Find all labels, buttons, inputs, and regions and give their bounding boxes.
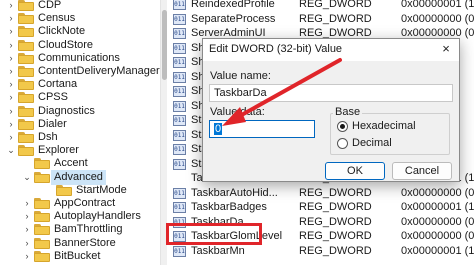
dword-value-icon: 011 — [173, 13, 186, 25]
dword-value-icon: 011 — [173, 245, 186, 257]
dword-value-icon: 011 — [173, 202, 186, 213]
folder-icon — [18, 52, 34, 64]
folder-icon — [18, 92, 34, 104]
folder-icon — [34, 158, 50, 170]
dialog-title: Edit DWORD (32-bit) Value — [209, 43, 343, 55]
value-type: REG_DWORD — [299, 215, 372, 228]
dword-value-icon: 011 — [173, 0, 186, 10]
dword-value-icon: 011 — [173, 28, 186, 39]
folder-icon — [56, 184, 72, 196]
value-name-text: TaskbarDa — [214, 87, 267, 99]
chevron-right-icon[interactable]: › — [22, 249, 32, 264]
registry-value-row[interactable]: 011 SeparateProcess REG_DWORD 0x00000000 (0… — [167, 12, 474, 27]
registry-value-row[interactable]: 011 ReindexedProfile REG_DWORD 0x00000001 (… — [167, 0, 474, 12]
value-data: 0x00000000 (0) — [401, 230, 474, 242]
value-type: REG_DWORD — [299, 201, 372, 213]
cancel-button[interactable]: Cancel — [392, 162, 452, 180]
value-name: ReindexedProfile — [191, 0, 275, 10]
chevron-down-icon[interactable]: ⌄ — [22, 170, 32, 185]
dword-value-icon: 011 — [173, 42, 186, 54]
decimal-label[interactable]: Decimal — [352, 137, 392, 149]
folder-icon — [34, 211, 50, 223]
folder-icon — [34, 250, 50, 262]
dword-value-icon: 011 — [173, 100, 186, 112]
folder-icon — [34, 237, 50, 249]
folder-icon — [34, 224, 50, 236]
hexadecimal-radio[interactable] — [337, 121, 348, 132]
folder-icon — [18, 66, 34, 77]
dword-value-icon: 011 — [173, 115, 186, 126]
value-data-field[interactable]: 0 — [209, 120, 315, 138]
value-name-field[interactable]: TaskbarDa — [209, 84, 453, 102]
value-type: REG_DWORD — [299, 186, 372, 199]
base-groupbox: Base Hexadecimal Decimal — [330, 106, 450, 155]
value-name: SeparateProcess — [191, 12, 276, 25]
tree-item-label: BitBucket — [54, 249, 101, 262]
dword-value-icon: 011 — [173, 158, 186, 170]
value-name: TaskbarAutoHid... — [191, 186, 278, 199]
folder-icon — [18, 105, 34, 117]
value-data-label: Value data: — [210, 106, 265, 118]
folder-icon — [18, 132, 34, 143]
folder-icon — [34, 171, 50, 183]
value-name: TaskbarBadges — [191, 201, 267, 213]
value-data-text: 0 — [214, 123, 223, 135]
registry-value-row[interactable]: 011 TaskbarBadges REG_DWORD 0x00000001 (1) — [167, 200, 474, 215]
folder-icon — [18, 79, 34, 91]
registry-key-tree[interactable]: › CDP › Census › ClickNote › CloudStore › Communi… — [0, 0, 160, 265]
value-data: 0x00000000 (0) — [401, 12, 474, 25]
registry-value-row[interactable]: 011 TaskbarAutoHid... REG_DWORD 0x00000000 … — [167, 186, 474, 201]
value-type: REG_DWORD — [299, 12, 372, 25]
dword-value-icon: 011 — [173, 71, 186, 83]
edit-dword-dialog: Edit DWORD (32-bit) Value × Value name: … — [202, 38, 460, 182]
dword-value-icon: 011 — [173, 57, 186, 68]
dword-value-icon: 011 — [173, 86, 186, 97]
dword-value-icon: 011 — [173, 187, 186, 199]
folder-icon — [18, 0, 34, 11]
registry-value-row[interactable]: 011 TaskbarMn REG_DWORD 0x00000001 (1) — [167, 244, 474, 259]
decimal-radio[interactable] — [337, 138, 348, 149]
value-data: 0x00000001 (1) — [401, 0, 474, 10]
folder-icon — [18, 39, 34, 51]
dword-value-icon: 011 — [173, 144, 186, 155]
value-name: TaskbarMn — [191, 244, 245, 257]
dialog-titlebar[interactable]: Edit DWORD (32-bit) Value × — [203, 39, 459, 61]
taskbarda-highlight-box — [166, 223, 262, 245]
value-data: 0x00000001 (1) — [401, 244, 474, 257]
value-type: REG_DWORD — [299, 0, 372, 10]
close-icon[interactable]: × — [439, 42, 453, 56]
value-data: 0x00000000 (0) — [401, 186, 474, 199]
value-data: 0x00000000 (0) — [401, 215, 474, 228]
value-name-label: Value name: — [210, 70, 271, 82]
dword-value-icon: 011 — [173, 129, 186, 141]
value-type: REG_DWORD — [299, 230, 372, 242]
folder-icon — [18, 26, 34, 38]
value-data: 0x00000001 (1) — [401, 201, 474, 213]
folder-icon — [18, 118, 34, 130]
ok-button[interactable]: OK — [325, 162, 385, 180]
chevron-down-icon[interactable]: ⌄ — [6, 143, 16, 158]
value-type: REG_DWORD — [299, 244, 372, 257]
hexadecimal-label[interactable]: Hexadecimal — [352, 120, 416, 132]
folder-icon — [18, 145, 34, 157]
base-label: Base — [333, 106, 363, 118]
folder-icon — [34, 198, 50, 209]
folder-icon — [18, 13, 34, 25]
